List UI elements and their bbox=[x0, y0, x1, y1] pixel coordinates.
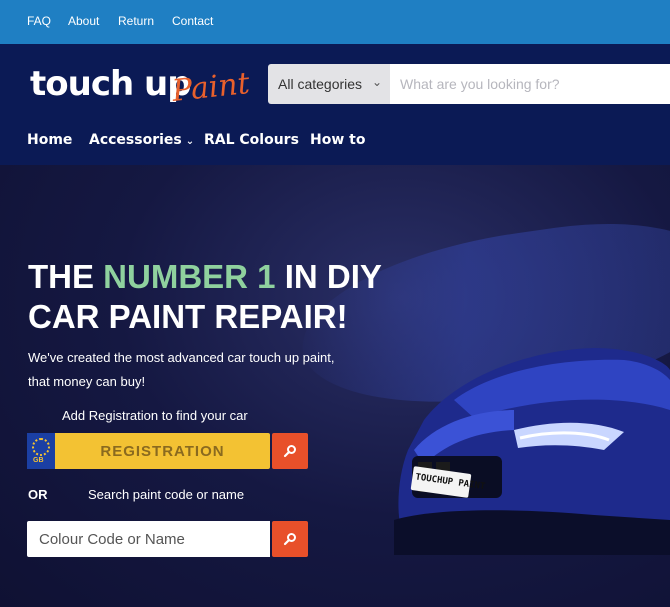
nav-item-accessories-label: Accessories bbox=[89, 132, 182, 148]
nav-item-home[interactable]: Home bbox=[27, 132, 72, 148]
faq-link[interactable]: FAQ bbox=[27, 14, 51, 28]
category-select[interactable]: All categories ⌄ bbox=[268, 64, 390, 104]
nav-item-ral-colours[interactable]: RAL Colours bbox=[204, 132, 299, 148]
about-link[interactable]: About bbox=[68, 14, 99, 28]
search-bar: All categories ⌄ bbox=[268, 64, 670, 104]
headline-part-1: THE bbox=[28, 258, 104, 295]
car-image bbox=[394, 348, 670, 555]
eu-stars-icon bbox=[32, 438, 50, 456]
colour-search-button[interactable] bbox=[272, 521, 308, 557]
nav-item-accessories[interactable]: Accessories ⌄ bbox=[89, 132, 194, 148]
category-select-label: All categories bbox=[278, 76, 363, 92]
hero-subtext-line-2: that money can buy! bbox=[28, 374, 146, 389]
logo-main-text: touch up bbox=[30, 64, 192, 104]
search-icon bbox=[283, 533, 296, 546]
registration-input[interactable] bbox=[55, 433, 270, 469]
chevron-down-icon: ⌄ bbox=[372, 75, 383, 89]
colour-code-input[interactable] bbox=[27, 521, 270, 557]
registration-search-button[interactable] bbox=[272, 433, 308, 469]
gb-flag-icon: GB bbox=[27, 433, 55, 469]
headline-line-2: CAR PAINT REPAIR! bbox=[28, 298, 348, 335]
hero-subtext-line-1: We've created the most advanced car touc… bbox=[28, 350, 335, 365]
logo-script-text: Paint bbox=[170, 66, 252, 109]
headline-part-2: IN DIY bbox=[275, 258, 382, 295]
top-bar: FAQ About Return Contact bbox=[0, 0, 670, 44]
search-icon bbox=[283, 445, 296, 458]
return-link[interactable]: Return bbox=[118, 14, 154, 28]
search-input[interactable] bbox=[390, 64, 670, 104]
main-nav: Home Accessories ⌄ RAL Colours How to bbox=[0, 132, 670, 148]
nav-item-how-to[interactable]: How to bbox=[310, 132, 365, 148]
hero-section: TOUCHUP PAINT THE NUMBER 1 IN DIY CAR PA… bbox=[0, 165, 670, 607]
search-paint-code-label: Search paint code or name bbox=[88, 487, 245, 502]
or-label: OR bbox=[28, 487, 48, 502]
hero-subtext: We've created the most advanced car touc… bbox=[28, 346, 388, 394]
site-header: touch up Paint All categories ⌄ Home Acc… bbox=[0, 44, 670, 165]
contact-link[interactable]: Contact bbox=[172, 14, 213, 28]
add-registration-label: Add Registration to find your car bbox=[62, 408, 248, 423]
headline-highlight: NUMBER 1 bbox=[103, 258, 276, 295]
plate-country-code: GB bbox=[33, 457, 44, 464]
chevron-down-icon: ⌄ bbox=[185, 136, 195, 147]
hero-headline: THE NUMBER 1 IN DIY CAR PAINT REPAIR! bbox=[28, 257, 382, 337]
registration-plate-field: GB bbox=[27, 433, 270, 469]
